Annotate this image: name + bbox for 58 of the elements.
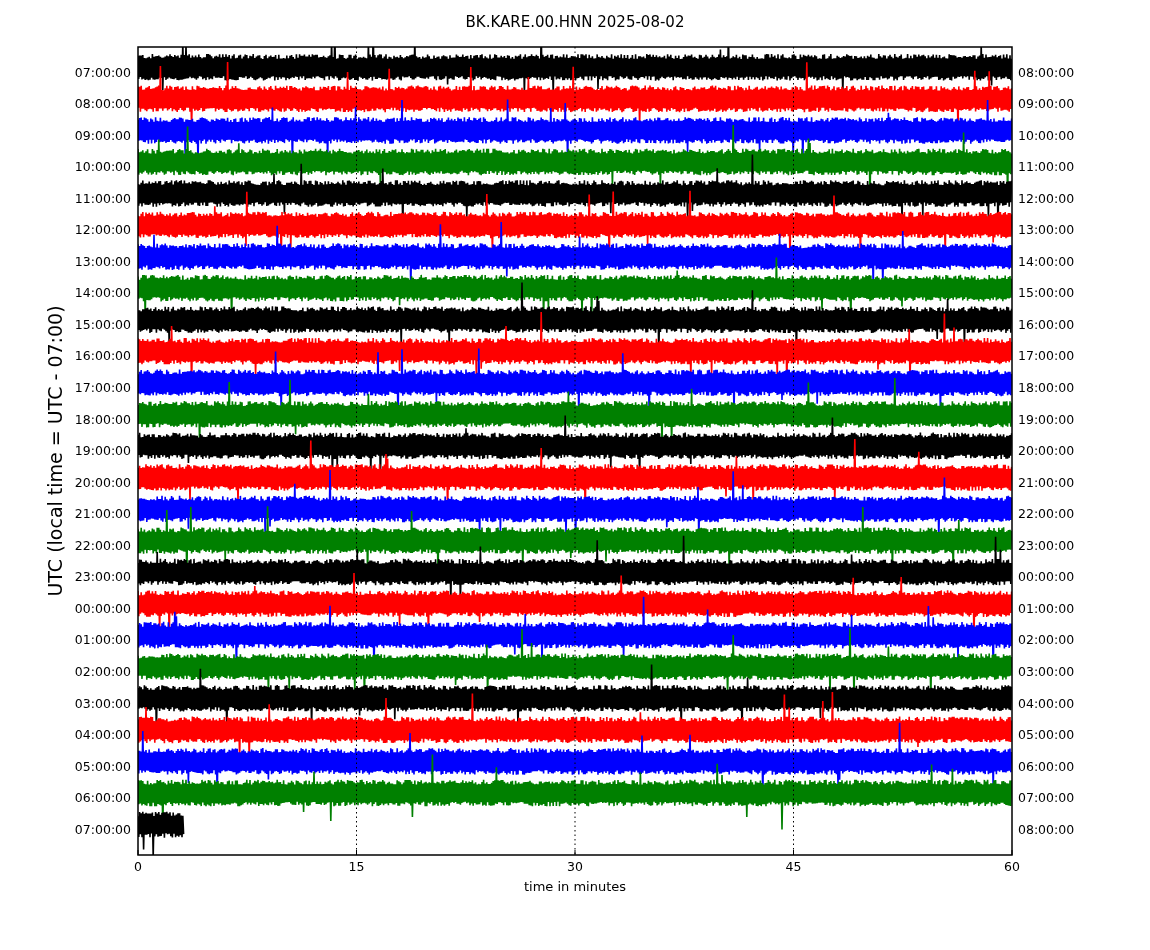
y-tick-label: 07:00:00 — [74, 64, 131, 80]
y-tick-label: 12:00:00 — [1018, 190, 1075, 206]
y-tick-label: 06:00:00 — [74, 790, 131, 806]
y-axis-label: UTC (local time = UTC - 07:00) — [44, 305, 66, 597]
y-tick-label: 05:00:00 — [74, 758, 131, 774]
y-tick-label: 13:00:00 — [74, 253, 131, 269]
y-tick-label: 13:00:00 — [1018, 222, 1075, 238]
y-tick-label: 18:00:00 — [74, 411, 131, 427]
y-tick-label: 21:00:00 — [1018, 474, 1075, 490]
y-tick-label: 17:00:00 — [74, 380, 131, 395]
y-tick-label: 22:00:00 — [74, 537, 131, 553]
y-tick-label: 19:00:00 — [74, 443, 131, 459]
y-tick-label: 11:00:00 — [1018, 159, 1075, 175]
chart-title: BK.KARE.00.HNN 2025-08-02 — [465, 13, 685, 31]
y-tick-label: 01:00:00 — [74, 632, 131, 648]
y-tick-label: 19:00:00 — [1018, 411, 1075, 427]
y-tick-label: 14:00:00 — [1018, 253, 1075, 269]
y-tick-label: 23:00:00 — [1018, 537, 1075, 553]
y-tick-label: 03:00:00 — [1018, 663, 1075, 679]
y-tick-label: 04:00:00 — [1018, 695, 1075, 711]
y-tick-label: 06:00:00 — [1018, 758, 1075, 774]
x-tick-label: 15 — [348, 859, 365, 874]
y-tick-label: 07:00:00 — [1018, 790, 1075, 806]
y-tick-label: 16:00:00 — [1018, 316, 1075, 332]
y-tick-label: 11:00:00 — [74, 190, 131, 206]
y-tick-label: 04:00:00 — [74, 727, 131, 743]
y-tick-label: 01:00:00 — [1018, 600, 1075, 616]
y-tick-label: 09:00:00 — [1018, 96, 1075, 112]
y-tick-label: 17:00:00 — [1018, 348, 1075, 364]
y-tick-label: 12:00:00 — [74, 222, 131, 238]
x-axis-label: time in minutes — [523, 879, 627, 894]
y-tick-label: 23:00:00 — [74, 569, 131, 585]
y-tick-label: 22:00:00 — [1018, 506, 1075, 522]
y-tick-label: 03:00:00 — [74, 695, 131, 711]
y-tick-label: 20:00:00 — [1018, 443, 1075, 459]
y-tick-label: 00:00:00 — [74, 600, 131, 616]
y-tick-label: 08:00:00 — [1018, 821, 1075, 837]
y-tick-label: 08:00:00 — [74, 96, 131, 112]
y-tick-label: 16:00:00 — [74, 348, 131, 364]
y-tick-label: 08:00:00 — [1018, 64, 1075, 80]
y-tick-label: 02:00:00 — [1018, 632, 1075, 648]
y-tick-label: 14:00:00 — [74, 285, 131, 301]
x-tick-label: 30 — [567, 859, 583, 874]
x-tick-label: 60 — [1004, 859, 1020, 874]
y-tick-label: 00:00:00 — [1018, 569, 1075, 585]
x-tick-label: 45 — [785, 859, 802, 874]
y-tick-label: 09:00:00 — [74, 127, 131, 143]
y-tick-label: 05:00:00 — [1018, 727, 1075, 743]
y-tick-label: 10:00:00 — [1018, 127, 1075, 143]
y-tick-label: 10:00:00 — [74, 159, 131, 175]
y-tick-label: 15:00:00 — [74, 316, 131, 332]
y-tick-label: 15:00:00 — [1018, 285, 1075, 301]
x-tick-label: 0 — [134, 859, 142, 874]
y-tick-label: 18:00:00 — [1018, 380, 1075, 395]
y-tick-label: 21:00:00 — [74, 506, 131, 522]
y-tick-label: 20:00:00 — [74, 474, 131, 490]
y-tick-label: 02:00:00 — [74, 663, 131, 679]
y-tick-label: 07:00:00 — [74, 821, 131, 837]
